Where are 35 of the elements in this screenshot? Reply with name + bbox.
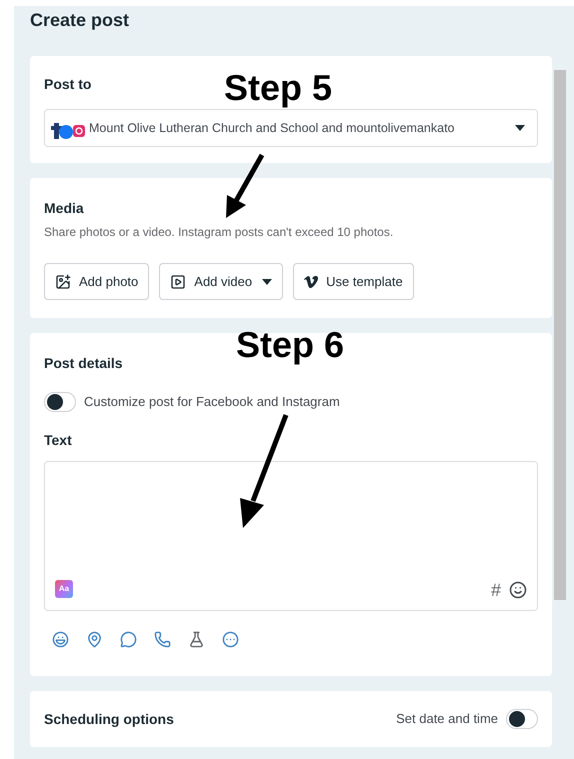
text-input-field[interactable]: Aa #	[44, 461, 538, 611]
arrow-icon	[224, 153, 266, 219]
play-icon	[170, 274, 186, 290]
media-button[interactable]: Use template	[293, 263, 414, 300]
arrow-icon	[237, 413, 291, 530]
dropdown-caret-icon	[515, 125, 526, 131]
chat-bubble-icon[interactable]	[120, 631, 137, 648]
toggle-label: Customize post for Facebook and Instagram	[84, 393, 340, 412]
page-title: Create post	[30, 9, 130, 32]
phone-icon[interactable]	[154, 631, 171, 648]
account-select[interactable]: Mount Olive Lutheran Church and School and mountolivemankato	[44, 109, 538, 147]
section-heading: Media	[44, 199, 84, 218]
account-name: Mount Olive Lutheran Church and School and mountolivemankato	[89, 120, 456, 137]
vimeo-icon	[304, 274, 318, 288]
hashtag-button[interactable]: #	[491, 580, 502, 600]
toggle-switch[interactable]	[44, 392, 76, 412]
emoji-icon[interactable]	[509, 581, 528, 599]
more-icon[interactable]	[222, 631, 239, 648]
toggle-switch[interactable]	[506, 709, 538, 729]
step-label: Step 6	[236, 325, 344, 365]
location-pin-icon[interactable]	[86, 631, 103, 648]
section-heading: Post details	[44, 354, 123, 373]
media-button[interactable]: Add video	[159, 263, 284, 300]
flask-icon[interactable]	[188, 631, 205, 648]
media-button[interactable]: Add photo	[44, 263, 150, 300]
emoji-icon[interactable]	[52, 631, 69, 648]
photo-icon	[55, 274, 71, 290]
section-heading: Post to	[44, 75, 92, 94]
section-description: Share photos or a video. Instagram posts can't exceed 10 photos.	[44, 224, 394, 241]
field-label: Text	[44, 431, 72, 450]
dropdown-caret-icon	[262, 278, 272, 284]
step-label: Step 5	[224, 68, 332, 108]
toggle-label: Set date and time	[396, 710, 498, 728]
scrollbar[interactable]	[554, 70, 566, 600]
section-heading: Scheduling options	[44, 710, 174, 729]
